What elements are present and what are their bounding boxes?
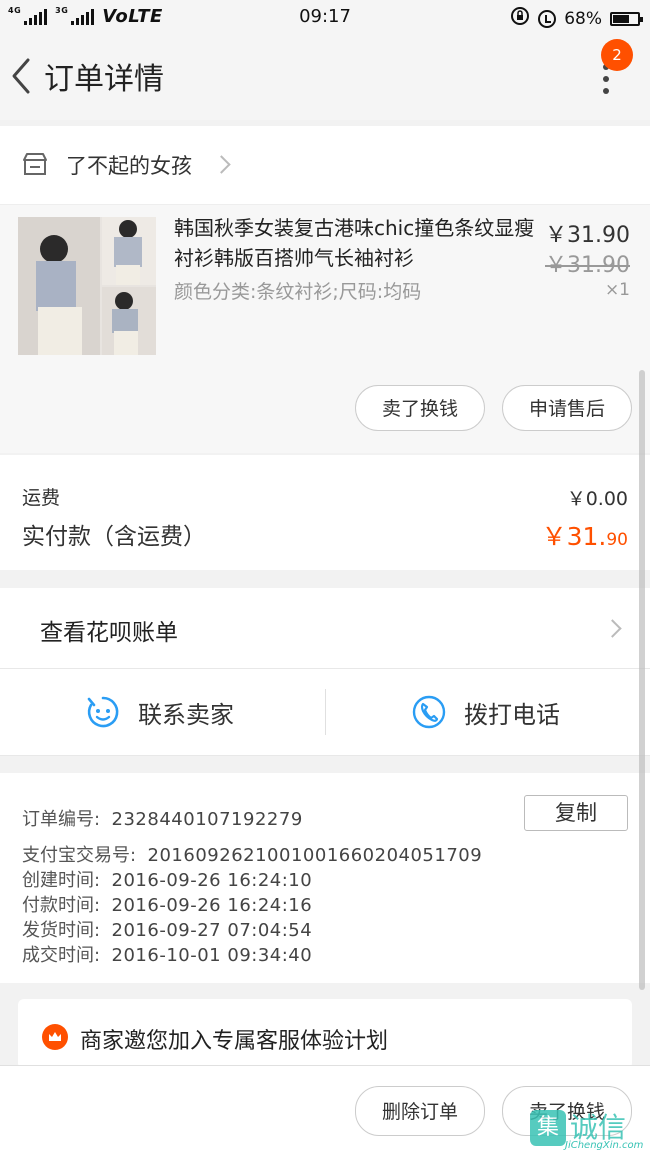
price-original: ￥31.90 <box>545 253 630 278</box>
battery-icon <box>610 11 643 26</box>
huabei-bill-row[interactable]: 查看花呗账单 <box>0 588 650 669</box>
chevron-right-icon <box>603 619 622 638</box>
huabei-label: 查看花呗账单 <box>40 620 178 646</box>
sell-for-cash-button[interactable]: 卖了换钱 <box>355 385 485 431</box>
price-current: ￥31.90 <box>545 223 630 248</box>
chat-face-icon <box>87 696 119 728</box>
chevron-right-icon <box>212 155 231 174</box>
invite-section: 商家邀您加入专属客服体验计划 <box>0 983 650 1069</box>
paid-time-line: 付款时间: 2016-09-26 16:24:16 <box>22 895 313 916</box>
page-title: 订单详情 <box>44 62 164 97</box>
back-arrow-icon[interactable] <box>6 56 40 96</box>
battery-percent: 68% <box>564 8 602 29</box>
order-number-line: 订单编号: 2328440107192279 <box>22 809 303 830</box>
completed-time-line: 成交时间: 2016-10-01 09:34:40 <box>22 945 313 966</box>
divider <box>325 689 326 735</box>
shop-icon <box>22 152 48 176</box>
paid-label: 实付款（含运费） <box>22 524 206 550</box>
order-item: 韩国秋季女装复古港味chic撞色条纹显瘦衬衫韩版百搭帅气长袖衬衫 颜色分类:条纹… <box>0 205 650 453</box>
invite-card[interactable]: 商家邀您加入专属客服体验计划 <box>18 999 632 1069</box>
product-thumbnail[interactable] <box>18 217 156 355</box>
scrollbar[interactable] <box>639 370 645 990</box>
rotation-lock-icon <box>510 6 530 31</box>
alarm-icon <box>538 9 557 28</box>
notification-badge: 2 <box>601 39 633 71</box>
paid-main: ￥31. <box>541 522 607 551</box>
copy-button[interactable]: 复制 <box>524 795 628 831</box>
crown-icon <box>42 1024 68 1050</box>
shipped-time-line: 发货时间: 2016-09-27 07:04:54 <box>22 920 313 941</box>
nav-header: 订单详情 2 <box>0 34 650 120</box>
status-icons: 68% <box>510 6 643 31</box>
product-title[interactable]: 韩国秋季女装复古港味chic撞色条纹显瘦衬衫韩版百搭帅气长袖衬衫 <box>174 213 544 273</box>
product-sku: 颜色分类:条纹衬衫;尺码:均码 <box>174 281 422 303</box>
shipping-label: 运费 <box>22 487 61 509</box>
call-phone-label: 拨打电话 <box>464 700 560 729</box>
apply-aftersale-button[interactable]: 申请售后 <box>502 385 632 431</box>
watermark-sub: JiChengXin.com <box>565 1140 644 1151</box>
alipay-trade-line: 支付宝交易号: 2016092621001001660204051709 <box>22 845 483 866</box>
status-bar: 4G 3G VoLTE 09:17 68% <box>0 0 650 34</box>
call-phone-button[interactable]: 拨打电话 <box>412 669 560 755</box>
delete-order-button[interactable]: 删除订单 <box>355 1086 485 1136</box>
watermark-logo-icon: 集 <box>530 1110 566 1146</box>
contact-row: 联系卖家 拨打电话 <box>0 669 650 756</box>
shop-row[interactable]: 了不起的女孩 <box>0 126 650 205</box>
created-time-line: 创建时间: 2016-09-26 16:24:10 <box>22 870 313 891</box>
contact-seller-button[interactable]: 联系卖家 <box>86 669 234 755</box>
paid-decimal: 90 <box>606 530 628 550</box>
invite-text: 商家邀您加入专属客服体验计划 <box>80 1029 389 1054</box>
order-info: 订单编号: 2328440107192279 复制 支付宝交易号: 201609… <box>0 773 650 983</box>
phone-icon <box>412 695 446 729</box>
fee-summary: 运费 ￥0.00 实付款（含运费） ￥31.90 <box>0 455 650 570</box>
shop-name: 了不起的女孩 <box>66 154 192 178</box>
paid-value: ￥31.90 <box>542 517 628 553</box>
shipping-value: ￥0.00 <box>566 488 628 510</box>
watermark-text: 诚信 <box>570 1111 627 1144</box>
quantity: ×1 <box>604 280 630 300</box>
contact-seller-label: 联系卖家 <box>138 700 234 729</box>
